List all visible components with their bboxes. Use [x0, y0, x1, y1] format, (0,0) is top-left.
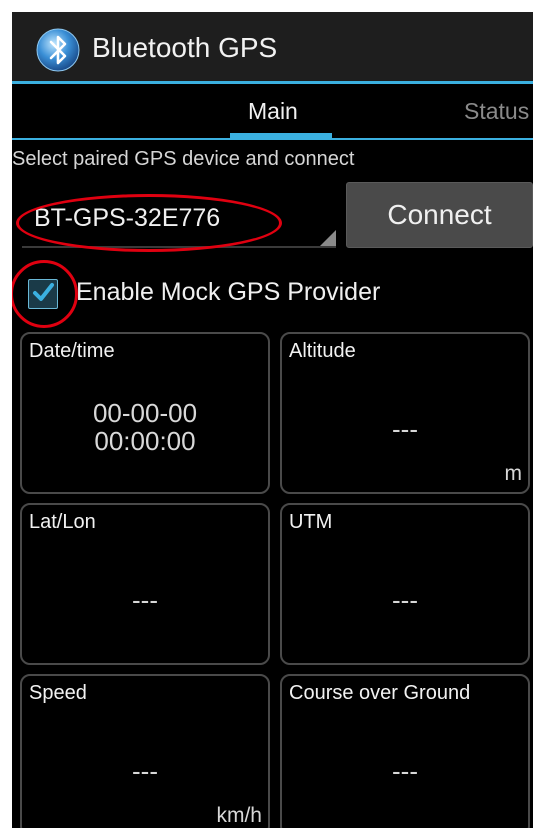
mock-gps-label: Enable Mock GPS Provider: [76, 278, 381, 306]
tab-main[interactable]: Main: [248, 98, 298, 125]
tile-datetime-time: 00:00:00: [94, 426, 196, 456]
device-spinner-value: BT-GPS-32E776: [34, 204, 221, 232]
tab-selected-indicator: [230, 133, 332, 138]
action-bar: Bluetooth GPS: [12, 12, 533, 84]
tile-utm: UTM ---: [280, 503, 530, 665]
app-title: Bluetooth GPS: [92, 32, 278, 63]
tile-datetime-label: Date/time: [29, 340, 115, 362]
tab-bar: Main Status: [12, 84, 533, 140]
app-screen: Bluetooth GPS Main Status Select paired …: [12, 12, 533, 828]
tile-course-value: ---: [392, 756, 418, 786]
tile-altitude-value: ---: [392, 414, 418, 444]
tile-speed-value: ---: [132, 756, 158, 786]
tile-latlon-value: ---: [132, 585, 158, 615]
tile-latlon: Lat/Lon ---: [20, 503, 270, 665]
connect-button[interactable]: Connect: [346, 182, 533, 248]
tile-utm-label: UTM: [289, 511, 333, 533]
section-label: Select paired GPS device and connect: [12, 148, 355, 170]
tile-altitude-unit: m: [504, 462, 523, 485]
tile-speed: Speed --- km/h: [20, 674, 270, 828]
tile-utm-value: ---: [392, 585, 418, 615]
tile-altitude: Altitude --- m: [280, 332, 530, 494]
tab-status[interactable]: Status: [464, 98, 529, 125]
device-spinner[interactable]: BT-GPS-32E776: [22, 192, 336, 248]
tile-datetime-date: 00-00-00: [92, 398, 198, 428]
tile-speed-label: Speed: [29, 682, 87, 704]
mock-gps-checkbox[interactable]: [28, 279, 58, 309]
bluetooth-icon: [36, 28, 80, 72]
tile-course-label: Course over Ground: [289, 682, 471, 704]
tile-altitude-label: Altitude: [289, 340, 356, 362]
checkmark-icon: [33, 283, 54, 301]
tile-speed-unit: km/h: [216, 804, 262, 827]
tile-datetime: Date/time 00-00-00 00:00:00: [20, 332, 270, 494]
spinner-corner-icon: [320, 230, 336, 246]
tile-latlon-label: Lat/Lon: [29, 511, 96, 533]
tile-course: Course over Ground ---: [280, 674, 530, 828]
